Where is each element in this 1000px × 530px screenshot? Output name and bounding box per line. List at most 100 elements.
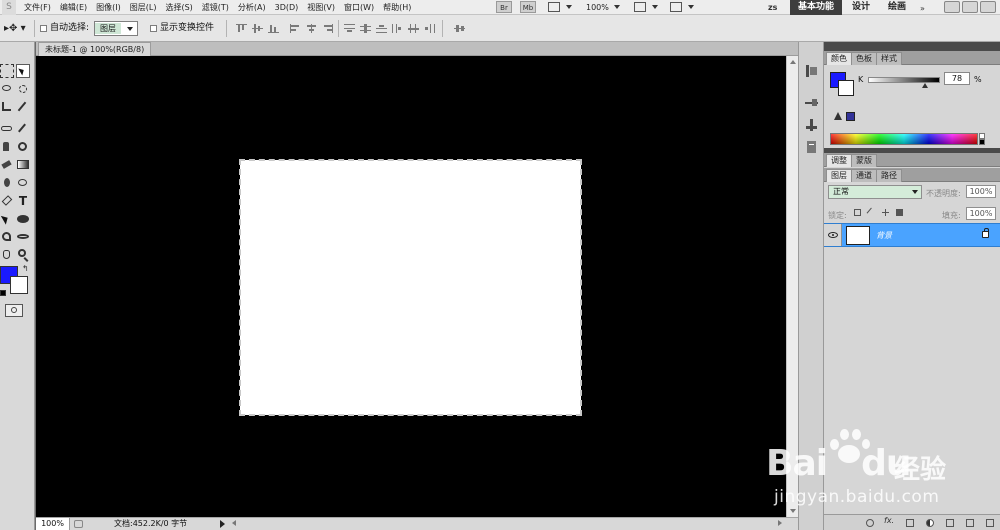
align-right-icon[interactable] — [322, 24, 333, 33]
hand-tool-icon[interactable] — [0, 248, 14, 262]
menu-item[interactable]: 帮助(H) — [383, 0, 411, 15]
tab-color[interactable]: 颜色 — [826, 52, 852, 65]
ellipse-tool-icon[interactable] — [16, 212, 30, 226]
zoom-tool-icon[interactable] — [16, 248, 30, 262]
chevron-down-icon[interactable] — [652, 5, 658, 9]
tab-paths[interactable]: 路径 — [876, 169, 902, 182]
color-spectrum-ramp[interactable] — [830, 133, 978, 145]
color-k-slider[interactable] — [868, 77, 940, 83]
zoom-level-menu[interactable]: 100% — [586, 0, 609, 15]
character-panel-icon[interactable] — [804, 140, 819, 155]
distribute-vertical-center-icon[interactable] — [360, 24, 371, 33]
distribute-right-icon[interactable] — [424, 24, 435, 33]
clone-source-panel-icon[interactable] — [804, 118, 819, 133]
new-layer-icon[interactable] — [966, 519, 974, 527]
panel-group-header[interactable] — [824, 42, 1000, 51]
background-color-swatch[interactable] — [10, 276, 28, 294]
move-tool-preset-icon[interactable]: ▸✥ ▾ — [4, 23, 26, 34]
align-left-icon[interactable] — [290, 24, 301, 33]
chevron-down-icon[interactable] — [566, 5, 572, 9]
slider-thumb-icon[interactable] — [922, 83, 928, 88]
lasso-tool-icon[interactable] — [0, 82, 14, 96]
clone-stamp-tool-icon[interactable] — [0, 140, 14, 154]
arrange-documents-icon[interactable] — [634, 2, 646, 12]
new-group-icon[interactable] — [946, 519, 954, 527]
brush-panel-icon[interactable] — [804, 96, 819, 111]
bridge-button[interactable]: Br — [496, 1, 512, 13]
crop-tool-icon[interactable] — [0, 100, 14, 114]
link-layers-icon[interactable] — [866, 519, 874, 527]
menu-item[interactable]: 3D(D) — [275, 0, 299, 15]
color-k-input[interactable]: 78 — [944, 72, 970, 85]
workspace-essentials-button[interactable]: 基本功能 — [790, 0, 842, 15]
gamut-color-swatch[interactable] — [846, 112, 855, 121]
auto-align-layers-icon[interactable] — [454, 24, 465, 33]
add-mask-icon[interactable] — [906, 519, 914, 527]
color-background-swatch[interactable] — [838, 80, 854, 96]
align-bottom-icon[interactable] — [268, 24, 279, 33]
align-top-icon[interactable] — [236, 24, 247, 33]
tab-layers[interactable]: 图层 — [826, 169, 852, 182]
workspace-design-button[interactable]: 设计 — [852, 0, 870, 15]
menu-item[interactable]: 图像(I) — [96, 0, 121, 15]
gamut-warning-icon[interactable] — [834, 112, 842, 120]
menu-item[interactable]: 视图(V) — [307, 0, 335, 15]
menu-item[interactable]: 图层(L) — [130, 0, 157, 15]
chevron-down-icon[interactable] — [614, 5, 620, 9]
scroll-left-icon[interactable] — [232, 520, 236, 526]
workspace-painting-button[interactable]: 绘画 — [888, 0, 906, 15]
type-tool-icon[interactable]: T — [16, 194, 30, 208]
show-transform-checkbox[interactable] — [150, 25, 157, 32]
distribute-left-icon[interactable] — [392, 24, 403, 33]
dodge-tool-icon[interactable] — [16, 176, 30, 190]
chevron-down-icon[interactable] — [688, 5, 694, 9]
document-canvas[interactable] — [239, 159, 582, 416]
menu-item[interactable]: 分析(A) — [238, 0, 266, 15]
layer-visibility-toggle[interactable] — [824, 224, 842, 246]
menu-item[interactable]: 编辑(E) — [60, 0, 87, 15]
history-panel-icon[interactable] — [804, 64, 819, 79]
layer-name[interactable]: 背景 — [876, 230, 892, 241]
tab-swatches[interactable]: 色板 — [851, 52, 877, 65]
delete-layer-icon[interactable] — [986, 519, 994, 527]
scroll-up-icon[interactable] — [790, 60, 796, 64]
pen-tool-icon[interactable] — [0, 194, 14, 208]
minimize-button[interactable] — [944, 1, 960, 13]
move-tool-icon[interactable] — [16, 64, 30, 78]
extras-icon[interactable] — [548, 2, 560, 12]
scroll-down-icon[interactable] — [790, 509, 796, 513]
lock-pixels-icon[interactable] — [866, 207, 877, 218]
blur-tool-icon[interactable] — [0, 176, 14, 190]
blend-mode-dropdown[interactable]: 正常 — [828, 185, 922, 199]
eyedropper-tool-icon[interactable] — [16, 100, 30, 114]
spectrum-black-swatch[interactable] — [979, 139, 985, 145]
preview-icon[interactable] — [74, 520, 83, 528]
screen-mode-icon[interactable] — [670, 2, 682, 12]
mini-bridge-button[interactable]: Mb — [520, 1, 536, 13]
distribute-bottom-icon[interactable] — [376, 24, 387, 33]
adjustment-layer-icon[interactable] — [926, 519, 934, 527]
distribute-horizontal-center-icon[interactable] — [408, 24, 419, 33]
workspace-more-icon[interactable]: » — [920, 4, 925, 13]
align-vertical-center-icon[interactable] — [252, 24, 263, 33]
tab-channels[interactable]: 通道 — [851, 169, 877, 182]
tab-styles[interactable]: 样式 — [876, 52, 902, 65]
distribute-top-icon[interactable] — [344, 24, 355, 33]
status-zoom-field[interactable]: 100% — [36, 518, 70, 530]
3d-orbit-tool-icon[interactable] — [16, 230, 30, 244]
lock-transparency-icon[interactable] — [854, 209, 861, 216]
default-colors-icon[interactable] — [0, 290, 6, 296]
status-menu-arrow-icon[interactable] — [220, 520, 225, 528]
restore-button[interactable] — [962, 1, 978, 13]
auto-select-checkbox[interactable] — [40, 25, 47, 32]
document-tab[interactable]: 未标题-1 @ 100%(RGB/8) — [38, 42, 152, 56]
menu-item[interactable]: 文件(F) — [24, 0, 51, 15]
eraser-tool-icon[interactable] — [0, 158, 14, 172]
menu-item[interactable]: 窗口(W) — [344, 0, 374, 15]
spot-healing-tool-icon[interactable] — [0, 122, 14, 136]
fill-input[interactable]: 100% — [966, 207, 996, 220]
auto-select-dropdown[interactable]: 图层 — [94, 21, 138, 36]
swap-colors-icon[interactable]: ↰ — [22, 264, 29, 273]
canvas-area[interactable] — [36, 56, 786, 517]
marquee-tool-icon[interactable] — [0, 64, 14, 78]
